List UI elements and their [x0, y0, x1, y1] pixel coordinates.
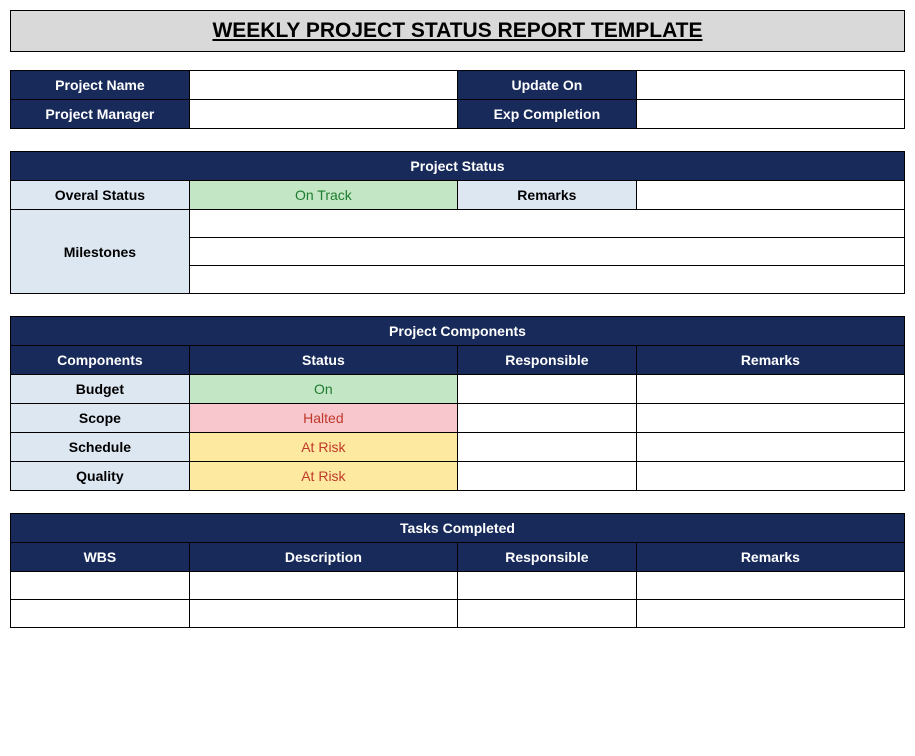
- task-responsible[interactable]: [457, 572, 636, 600]
- project-name-label: Project Name: [11, 71, 190, 100]
- table-row: QualityAt Risk: [11, 462, 905, 491]
- component-remarks[interactable]: [636, 375, 904, 404]
- remarks-value[interactable]: [636, 181, 904, 210]
- component-responsible[interactable]: [457, 462, 636, 491]
- project-name-value[interactable]: [189, 71, 457, 100]
- milestones-label: Milestones: [11, 210, 190, 294]
- tasks-completed-header: Tasks Completed: [11, 514, 905, 543]
- table-row: ScopeHalted: [11, 404, 905, 433]
- col-remarks: Remarks: [636, 543, 904, 572]
- component-status[interactable]: On: [189, 375, 457, 404]
- overall-status-value[interactable]: On Track: [189, 181, 457, 210]
- component-remarks[interactable]: [636, 462, 904, 491]
- update-on-label: Update On: [457, 71, 636, 100]
- component-name: Schedule: [11, 433, 190, 462]
- component-name: Budget: [11, 375, 190, 404]
- task-description[interactable]: [189, 572, 457, 600]
- component-status[interactable]: At Risk: [189, 433, 457, 462]
- project-status-header: Project Status: [11, 152, 905, 181]
- component-status[interactable]: At Risk: [189, 462, 457, 491]
- task-remarks[interactable]: [636, 572, 904, 600]
- task-responsible[interactable]: [457, 600, 636, 628]
- col-components: Components: [11, 346, 190, 375]
- task-wbs[interactable]: [11, 572, 190, 600]
- component-name: Scope: [11, 404, 190, 433]
- project-manager-label: Project Manager: [11, 100, 190, 129]
- project-info-table: Project Name Update On Project Manager E…: [10, 70, 905, 129]
- exp-completion-value[interactable]: [636, 100, 904, 129]
- col-remarks: Remarks: [636, 346, 904, 375]
- project-manager-value[interactable]: [189, 100, 457, 129]
- task-remarks[interactable]: [636, 600, 904, 628]
- component-remarks[interactable]: [636, 433, 904, 462]
- tasks-completed-table: Tasks Completed WBS Description Responsi…: [10, 513, 905, 628]
- remarks-label: Remarks: [457, 181, 636, 210]
- overall-status-label: Overal Status: [11, 181, 190, 210]
- col-responsible: Responsible: [457, 346, 636, 375]
- col-description: Description: [189, 543, 457, 572]
- component-name: Quality: [11, 462, 190, 491]
- col-status: Status: [189, 346, 457, 375]
- table-row: BudgetOn: [11, 375, 905, 404]
- component-status[interactable]: Halted: [189, 404, 457, 433]
- project-components-header: Project Components: [11, 317, 905, 346]
- col-responsible: Responsible: [457, 543, 636, 572]
- component-responsible[interactable]: [457, 375, 636, 404]
- component-remarks[interactable]: [636, 404, 904, 433]
- project-status-table: Project Status Overal Status On Track Re…: [10, 151, 905, 294]
- table-row: ScheduleAt Risk: [11, 433, 905, 462]
- component-responsible[interactable]: [457, 404, 636, 433]
- col-wbs: WBS: [11, 543, 190, 572]
- update-on-value[interactable]: [636, 71, 904, 100]
- page-title: WEEKLY PROJECT STATUS REPORT TEMPLATE: [10, 10, 905, 52]
- exp-completion-label: Exp Completion: [457, 100, 636, 129]
- project-components-table: Project Components Components Status Res…: [10, 316, 905, 491]
- task-description[interactable]: [189, 600, 457, 628]
- component-responsible[interactable]: [457, 433, 636, 462]
- milestone-row[interactable]: [189, 266, 904, 294]
- task-wbs[interactable]: [11, 600, 190, 628]
- milestone-row[interactable]: [189, 238, 904, 266]
- table-row: [11, 600, 905, 628]
- milestone-row[interactable]: [189, 210, 904, 238]
- table-row: [11, 572, 905, 600]
